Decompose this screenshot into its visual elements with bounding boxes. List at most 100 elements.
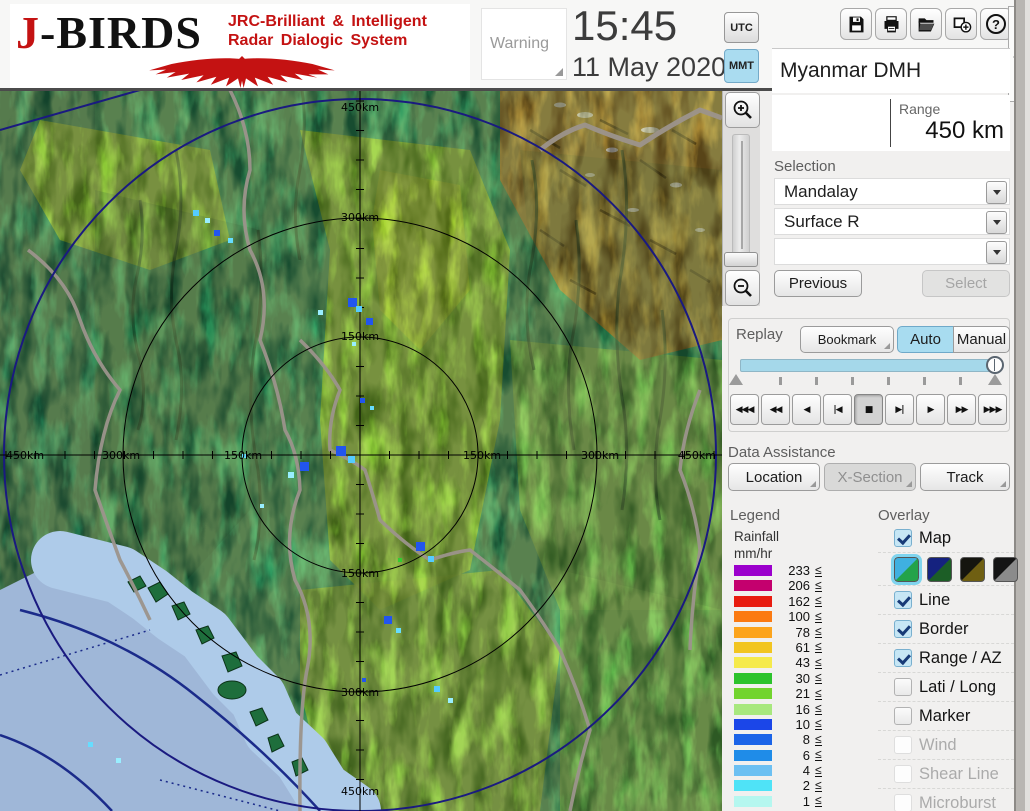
- site-dropdown-value: Mandalay: [784, 182, 858, 201]
- eagle-logo-icon: [149, 56, 335, 88]
- lte-symbol: ≤: [815, 670, 822, 685]
- radar-map[interactable]: 450km 300km 150km 150km 300km 450km 450k…: [0, 89, 723, 811]
- rewind-button[interactable]: ◀◀: [761, 394, 790, 425]
- ring-label: 450km: [341, 101, 379, 114]
- legend-color-swatch: [734, 641, 772, 653]
- product-dropdown[interactable]: Surface R: [774, 208, 1010, 235]
- timeline-start-marker[interactable]: [729, 374, 743, 385]
- warning-label: Warning: [490, 35, 549, 52]
- legend-label: Legend: [730, 507, 781, 524]
- warning-panel[interactable]: Warning: [481, 8, 567, 80]
- legend-row: 4 ≤: [734, 763, 854, 778]
- legend-color-swatch: [734, 795, 772, 807]
- mmt-button[interactable]: MMT: [724, 49, 759, 83]
- rain-cell: [384, 616, 392, 624]
- step-forward-button[interactable]: ▶|: [885, 394, 914, 425]
- ring-label: 300km: [581, 449, 619, 462]
- legend-row: 16 ≤: [734, 702, 854, 717]
- replay-timeline-handle[interactable]: [986, 356, 1004, 374]
- open-folder-button[interactable]: [910, 8, 942, 40]
- ring-label: 150km: [463, 449, 501, 462]
- map-style-swatch[interactable]: [927, 556, 952, 582]
- print-button[interactable]: [875, 8, 907, 40]
- legend-color-swatch: [734, 718, 772, 730]
- select-button[interactable]: Select: [922, 270, 1010, 297]
- auto-mode-button[interactable]: Auto: [897, 326, 954, 353]
- checkbox[interactable]: [894, 529, 912, 547]
- legend-color-swatch: [734, 734, 772, 746]
- dropdown-button[interactable]: [986, 241, 1007, 264]
- legend-value: 1: [802, 793, 810, 809]
- forward-button[interactable]: ▶▶: [947, 394, 976, 425]
- checkbox[interactable]: [894, 620, 912, 638]
- legend-unit-line2: mm/hr: [734, 546, 773, 561]
- overlay-item-marker: Marker: [878, 701, 1014, 730]
- rain-cell: [205, 218, 210, 223]
- play-button[interactable]: ▶: [916, 394, 945, 425]
- clock-time: 15:45: [572, 2, 678, 49]
- legend-color-swatch: [734, 688, 772, 700]
- play-backward-button[interactable]: ◀: [792, 394, 821, 425]
- zoom-slider[interactable]: [732, 134, 750, 256]
- zoom-slider-thumb[interactable]: [724, 252, 758, 267]
- overlay-label: Overlay: [878, 507, 930, 524]
- jbirds-window: 450km 300km 150km 150km 300km 450km 450k…: [0, 0, 1030, 811]
- save-button[interactable]: [840, 8, 872, 40]
- legend-value: 100: [788, 609, 810, 625]
- rain-cell: [428, 556, 434, 562]
- replay-timeline-track[interactable]: [740, 359, 996, 372]
- checkbox[interactable]: [894, 591, 912, 609]
- map-zoom-control: [722, 90, 760, 306]
- add-screen-button[interactable]: [945, 8, 977, 40]
- menu-corner-icon: [1000, 481, 1006, 487]
- stop-button[interactable]: ■: [854, 394, 883, 425]
- legend-color-swatch: [734, 565, 772, 576]
- previous-button[interactable]: Previous: [774, 270, 862, 297]
- utc-button[interactable]: UTC: [724, 12, 759, 43]
- legend-unit-line1: Rainfall: [734, 529, 780, 544]
- logo-subtitle: JRC-Brilliant & Intelligent Radar Dialog…: [228, 13, 427, 49]
- legend-value: 162: [788, 593, 810, 609]
- timeline-end-marker[interactable]: [988, 374, 1002, 385]
- dropdown-button[interactable]: [986, 181, 1007, 204]
- ring-label: 300km: [102, 449, 140, 462]
- checkbox[interactable]: [894, 678, 912, 696]
- overlay-item-label: Shear Line: [919, 764, 999, 783]
- rewind-fast-button[interactable]: ◀◀◀: [730, 394, 759, 425]
- timeline-tick: [923, 377, 926, 385]
- station-title: Myanmar DMH: [780, 59, 922, 82]
- overlay-item-label: Range / AZ: [919, 648, 1002, 667]
- legend-unit: Rainfall mm/hr: [734, 528, 779, 562]
- legend-value: 2: [802, 778, 810, 794]
- rain-cell: [228, 238, 233, 243]
- overlay-item-map: Map: [878, 524, 1014, 552]
- overlay-item-range-az: Range / AZ: [878, 643, 1014, 672]
- x-section-button[interactable]: X-Section: [824, 463, 916, 491]
- bookmark-button[interactable]: Bookmark: [800, 326, 894, 353]
- rain-cell: [193, 210, 199, 216]
- forward-fast-button[interactable]: ▶▶▶: [978, 394, 1007, 425]
- rain-cell: [356, 306, 362, 312]
- overlay-item-label: Line: [919, 590, 951, 609]
- map-style-row: [878, 552, 1018, 585]
- checkbox[interactable]: [894, 707, 912, 725]
- location-button[interactable]: Location: [728, 463, 820, 491]
- manual-mode-button[interactable]: Manual: [953, 326, 1010, 353]
- option-dropdown[interactable]: [774, 238, 1010, 265]
- dropdown-button[interactable]: [986, 211, 1007, 234]
- legend-color-swatch: [734, 749, 772, 761]
- site-dropdown[interactable]: Mandalay: [774, 178, 1010, 205]
- product-dropdown-value: Surface R: [784, 212, 860, 231]
- legend-entries: 233 ≤206 ≤162 ≤100 ≤78 ≤61 ≤43 ≤30 ≤21 ≤16 ≤10 ≤8 ≤6…: [734, 563, 854, 811]
- track-button[interactable]: Track: [920, 463, 1010, 491]
- zoom-out-icon: [733, 278, 752, 297]
- step-backward-button[interactable]: |◀: [823, 394, 852, 425]
- data-assistance-label: Data Assistance: [728, 444, 836, 461]
- map-style-swatch[interactable]: [891, 553, 922, 585]
- zoom-out-button[interactable]: [725, 270, 760, 306]
- map-style-swatch[interactable]: [993, 556, 1018, 582]
- zoom-in-button[interactable]: [725, 92, 760, 128]
- map-style-swatch[interactable]: [960, 556, 985, 582]
- legend-row: 1 ≤: [734, 793, 854, 809]
- checkbox[interactable]: [894, 649, 912, 667]
